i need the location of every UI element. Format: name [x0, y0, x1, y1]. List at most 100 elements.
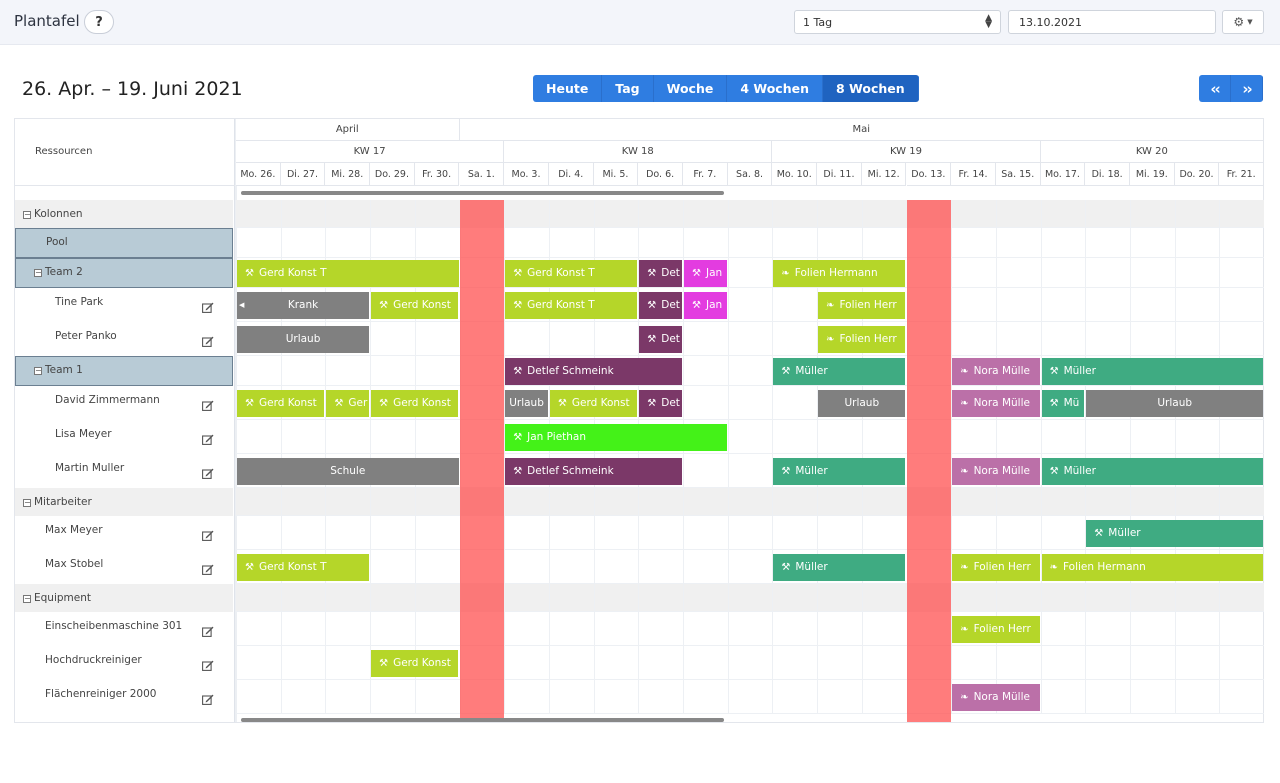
- event-folien-herr[interactable]: ❧ Folien Herr: [952, 553, 1040, 581]
- next-period-button[interactable]: ››: [1231, 75, 1263, 102]
- event-folien-hermann[interactable]: ❧ Folien Hermann: [773, 259, 906, 287]
- day-header-fr-7[interactable]: Fr. 7.: [683, 163, 728, 186]
- event-m-ller[interactable]: ⚒ Müller: [773, 357, 906, 385]
- event-urlaub[interactable]: Urlaub: [237, 325, 370, 353]
- day-header-mi-19[interactable]: Mi. 19.: [1130, 163, 1175, 186]
- event-jan-piethan[interactable]: ⚒ Jan Piethan: [505, 423, 727, 451]
- day-header-mo-10[interactable]: Mo. 10.: [772, 163, 818, 186]
- day-header-di-11[interactable]: Di. 11.: [817, 163, 862, 186]
- help-button[interactable]: ?: [84, 10, 114, 34]
- event-folien-herr[interactable]: ❧ Folien Herr: [952, 615, 1040, 643]
- event-m-ller[interactable]: ⚒ Müller: [773, 553, 906, 581]
- edit-icon[interactable]: [202, 302, 214, 313]
- day-header-fr-30[interactable]: Fr. 30.: [414, 163, 460, 186]
- event-m-ller[interactable]: ⚒ Müller: [773, 457, 906, 485]
- edit-icon[interactable]: [202, 694, 214, 705]
- date-input[interactable]: 13.10.2021: [1008, 10, 1216, 34]
- edit-icon[interactable]: [202, 564, 214, 575]
- event-detlef-schmeink[interactable]: ⚒ Detlef Schmeink: [505, 357, 682, 385]
- resource-row-peter-panko[interactable]: Peter Panko: [15, 322, 233, 356]
- event-nora-m-lle[interactable]: ❧ Nora Mülle: [952, 357, 1040, 385]
- edit-icon[interactable]: [202, 660, 214, 671]
- resource-row-max-meyer[interactable]: Max Meyer: [15, 516, 233, 550]
- day-header-mo-3[interactable]: Mo. 3.: [504, 163, 549, 186]
- resource-row-tine-park[interactable]: Tine Park: [15, 288, 233, 322]
- collapse-toggle-icon[interactable]: −: [34, 269, 42, 277]
- event-gerd-konst[interactable]: ⚒ Gerd Konst: [371, 291, 459, 319]
- event-gerd-konst-t[interactable]: ⚒ Gerd Konst T: [237, 553, 370, 581]
- event-jan[interactable]: ⚒ Jan: [684, 291, 727, 319]
- resource-row-martin-muller[interactable]: Martin Muller: [15, 454, 233, 488]
- day-header-do-13[interactable]: Do. 13.: [906, 163, 952, 186]
- event-urlaub[interactable]: Urlaub: [818, 389, 906, 417]
- day-header-mo-26[interactable]: Mo. 26.: [236, 163, 281, 186]
- event-nora-m-lle[interactable]: ❧ Nora Mülle: [952, 683, 1040, 711]
- view-button-tag[interactable]: Tag: [602, 75, 654, 102]
- day-header-sa-8[interactable]: Sa. 8.: [727, 163, 773, 186]
- event-urlaub[interactable]: Urlaub: [505, 389, 548, 417]
- event-urlaub[interactable]: Urlaub: [1086, 389, 1264, 417]
- event-gerd-konst-t[interactable]: ⚒ Gerd Konst T: [505, 291, 638, 319]
- horizontal-scrollbar-top[interactable]: [241, 191, 724, 195]
- event-det[interactable]: ⚒ Det: [639, 389, 682, 417]
- day-header-mi-28[interactable]: Mi. 28.: [325, 163, 371, 186]
- resource-row-pool[interactable]: Pool: [15, 228, 233, 258]
- view-button-4-wochen[interactable]: 4 Wochen: [727, 75, 823, 102]
- event-gerd-konst[interactable]: ⚒ Gerd Konst: [371, 649, 459, 677]
- view-button-heute[interactable]: Heute: [533, 75, 603, 102]
- edit-icon[interactable]: [202, 530, 214, 541]
- event-gerd-konst-t[interactable]: ⚒ Gerd Konst T: [505, 259, 638, 287]
- event-jan[interactable]: ⚒ Jan: [684, 259, 727, 287]
- edit-icon[interactable]: [202, 400, 214, 411]
- horizontal-scrollbar-bottom[interactable]: [241, 718, 724, 722]
- day-header-fr-21[interactable]: Fr. 21.: [1219, 163, 1264, 186]
- event-gerd-konst[interactable]: ⚒ Gerd Konst: [371, 389, 459, 417]
- day-header-sa-1[interactable]: Sa. 1.: [459, 163, 505, 186]
- resource-row-mitarbeiter[interactable]: − Mitarbeiter: [15, 488, 233, 516]
- edit-icon[interactable]: [202, 626, 214, 637]
- resource-row-einscheibenmaschine-301[interactable]: Einscheibenmaschine 301: [15, 612, 233, 646]
- resource-row-max-stobel[interactable]: Max Stobel: [15, 550, 233, 584]
- event-ger[interactable]: ⚒ Ger: [326, 389, 370, 417]
- day-header-sa-15[interactable]: Sa. 15.: [995, 163, 1041, 186]
- event-det[interactable]: ⚒ Det: [639, 325, 682, 353]
- day-header-mo-17[interactable]: Mo. 17.: [1040, 163, 1086, 186]
- day-header-mi-12[interactable]: Mi. 12.: [861, 163, 907, 186]
- edit-icon[interactable]: [202, 434, 214, 445]
- event-schule[interactable]: Schule: [237, 457, 459, 485]
- resource-row-team-2[interactable]: − Team 2: [15, 258, 233, 288]
- event-m-ller[interactable]: ⚒ Müller: [1086, 519, 1264, 547]
- edit-icon[interactable]: [202, 336, 214, 347]
- day-header-di-4[interactable]: Di. 4.: [548, 163, 594, 186]
- range-select[interactable]: 1 Tag ▲ ▼: [794, 10, 1001, 34]
- resource-row-fl-chenreiniger-2000[interactable]: Flächenreiniger 2000: [15, 680, 233, 714]
- event-detlef-schmeink[interactable]: ⚒ Detlef Schmeink: [505, 457, 682, 485]
- event-m-ller[interactable]: ⚒ Müller: [1041, 457, 1264, 485]
- previous-period-button[interactable]: ‹‹: [1199, 75, 1231, 102]
- day-header-mi-5[interactable]: Mi. 5.: [593, 163, 639, 186]
- resource-row-lisa-meyer[interactable]: Lisa Meyer: [15, 420, 233, 454]
- day-header-fr-14[interactable]: Fr. 14.: [951, 163, 996, 186]
- day-header-do-29[interactable]: Do. 29.: [370, 163, 415, 186]
- resource-row-kolonnen[interactable]: − Kolonnen: [15, 200, 233, 228]
- collapse-toggle-icon[interactable]: −: [23, 595, 31, 603]
- event-det[interactable]: ⚒ Det: [639, 291, 682, 319]
- event-gerd-konst[interactable]: ⚒ Gerd Konst: [237, 389, 325, 417]
- edit-icon[interactable]: [202, 468, 214, 479]
- event-nora-m-lle[interactable]: ❧ Nora Mülle: [952, 457, 1040, 485]
- day-header-di-27[interactable]: Di. 27.: [280, 163, 326, 186]
- event-krank[interactable]: ◀ Krank: [237, 291, 370, 319]
- event-m-ller[interactable]: ⚒ Müller: [1041, 357, 1264, 385]
- resource-row-david-zimmermann[interactable]: David Zimmermann: [15, 386, 233, 420]
- collapse-toggle-icon[interactable]: −: [23, 211, 31, 219]
- collapse-toggle-icon[interactable]: −: [23, 499, 31, 507]
- event-folien-herr[interactable]: ❧ Folien Herr: [818, 325, 906, 353]
- event-det[interactable]: ⚒ Det: [639, 259, 682, 287]
- event-gerd-konst[interactable]: ⚒ Gerd Konst: [549, 389, 638, 417]
- settings-dropdown-button[interactable]: ⚙ ▼: [1222, 10, 1264, 34]
- day-header-do-6[interactable]: Do. 6.: [638, 163, 683, 186]
- event-folien-hermann[interactable]: ❧ Folien Hermann: [1041, 553, 1264, 581]
- event-folien-herr[interactable]: ❧ Folien Herr: [818, 291, 906, 319]
- resource-row-equipment[interactable]: − Equipment: [15, 584, 233, 612]
- resource-row-team-1[interactable]: − Team 1: [15, 356, 233, 386]
